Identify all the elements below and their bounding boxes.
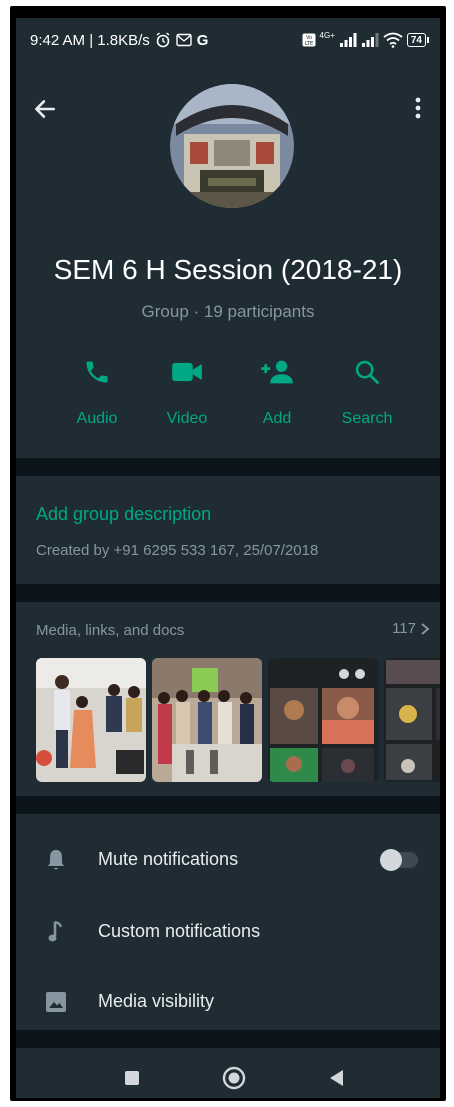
recents-button[interactable] xyxy=(120,1066,144,1090)
search-button[interactable]: Search xyxy=(332,354,402,434)
google-icon: G xyxy=(196,31,209,49)
add-label: Add xyxy=(262,410,292,427)
media-thumbnail[interactable] xyxy=(268,658,378,782)
home-button[interactable] xyxy=(222,1066,246,1090)
next-section-peek xyxy=(16,1048,440,1056)
action-bar: Audio Video Add Search xyxy=(62,354,402,434)
status-time-speed: 9:42 AM | 1.8KB/s xyxy=(30,31,150,49)
music-note-icon xyxy=(48,920,63,942)
search-icon xyxy=(355,360,379,384)
section-divider xyxy=(16,1030,440,1048)
media-count: 117 xyxy=(392,620,416,637)
video-call-screenshot-1 xyxy=(268,658,378,782)
more-options-icon[interactable] xyxy=(406,94,430,122)
phone-frame: 9:42 AM | 1.8KB/s G Vo LTE 4G+ 74 SEM 6 … xyxy=(10,6,446,1101)
add-person-icon xyxy=(261,360,293,384)
video-call-screenshot-2 xyxy=(384,658,440,782)
mute-notifications-label: Mute notifications xyxy=(98,849,239,869)
building-photo xyxy=(170,84,294,208)
media-thumbnail[interactable] xyxy=(152,658,262,782)
image-icon xyxy=(46,992,66,1012)
media-thumbnails xyxy=(36,658,440,782)
bell-icon xyxy=(48,850,64,870)
created-by-text: Created by +91 6295 533 167, 25/07/2018 xyxy=(36,542,319,559)
toggle-knob xyxy=(380,849,402,871)
media-section: Media, links, and docs 117 xyxy=(16,602,440,796)
group-avatar[interactable] xyxy=(170,84,294,208)
custom-notifications-label: Custom notifications xyxy=(98,921,261,941)
custom-notifications-row[interactable]: Custom notifications xyxy=(16,902,440,962)
video-call-button[interactable]: Video xyxy=(152,354,222,434)
group-header: SEM 6 H Session (2018-21) Group · 19 par… xyxy=(16,62,440,458)
chevron-right-icon xyxy=(421,622,430,635)
alarm-icon xyxy=(156,32,170,48)
media-visibility-label: Media visibility xyxy=(98,991,215,1011)
status-bar: 9:42 AM | 1.8KB/s G Vo LTE 4G+ 74 xyxy=(16,18,440,62)
description-section: Add group description Created by +91 629… xyxy=(16,476,440,584)
settings-section: Mute notifications Custom notifications xyxy=(16,814,440,1030)
signal-icon xyxy=(339,33,357,47)
media-title[interactable]: Media, links, and docs xyxy=(36,622,184,639)
search-label: Search xyxy=(341,410,393,427)
signal-2-icon xyxy=(361,33,379,47)
volte-icon: Vo LTE xyxy=(302,33,316,47)
back-arrow-icon[interactable] xyxy=(32,96,58,122)
media-visibility-row[interactable]: Media visibility xyxy=(16,972,440,1032)
phone-icon xyxy=(86,361,108,383)
svg-text:LTE: LTE xyxy=(304,41,312,47)
mute-notifications-row[interactable]: Mute notifications xyxy=(16,830,440,890)
add-participant-button[interactable]: Add xyxy=(242,354,312,434)
home-circle-icon xyxy=(222,1066,246,1090)
system-nav-bar xyxy=(16,1056,440,1098)
audio-call-button[interactable]: Audio xyxy=(62,354,132,434)
video-camera-icon xyxy=(172,362,202,382)
group-name: SEM 6 H Session (2018-21) xyxy=(53,254,403,285)
triangle-back-icon xyxy=(330,1070,343,1086)
video-label: Video xyxy=(166,410,208,427)
battery-level: 74 xyxy=(410,34,422,46)
group-participants[interactable]: Group · 19 participants xyxy=(16,302,440,322)
add-description-link[interactable]: Add group description xyxy=(36,504,211,525)
media-thumbnail[interactable] xyxy=(384,658,440,782)
network-type: 4G+ xyxy=(319,30,335,40)
media-thumbnail[interactable] xyxy=(36,658,146,782)
gmail-icon xyxy=(176,33,192,47)
wifi-icon xyxy=(383,32,403,48)
battery-icon: 74 xyxy=(406,33,430,47)
back-nav-button[interactable] xyxy=(324,1066,348,1090)
group-photo-2 xyxy=(152,658,262,782)
audio-label: Audio xyxy=(76,410,118,427)
media-count-button[interactable]: 117 xyxy=(392,620,430,637)
mute-notifications-toggle[interactable] xyxy=(380,849,418,871)
square-icon xyxy=(125,1071,139,1085)
screen: 9:42 AM | 1.8KB/s G Vo LTE 4G+ 74 SEM 6 … xyxy=(16,18,440,1098)
group-photo-1 xyxy=(36,658,146,782)
